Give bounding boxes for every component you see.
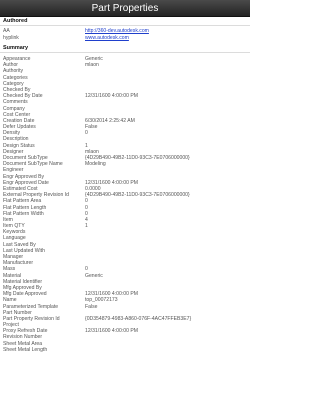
section-title: Authored <box>3 18 28 24</box>
property-label: Sheet Metal Length <box>3 346 48 353</box>
section-header-authored: Authored <box>0 17 250 26</box>
property-label: hyplink <box>3 34 19 41</box>
property-row: AA http://360-dev.autodesk.com <box>0 28 250 35</box>
page-title: Part Properties <box>91 3 159 14</box>
property-link[interactable]: http://360-dev.autodesk.com <box>85 28 149 35</box>
section-title: Summary <box>3 45 29 51</box>
property-row: Sheet Metal Length <box>0 347 250 353</box>
property-link[interactable]: www.autodesk.com <box>85 35 129 42</box>
property-label: AA <box>3 28 10 34</box>
window-title-bar: Part Properties <box>0 0 250 17</box>
property-row: hyplink www.autodesk.com <box>0 35 250 42</box>
authored-property-list: AA http://360-dev.autodesk.com hyplink www.… <box>0 28 250 42</box>
section-header-summary: Summary <box>0 44 250 53</box>
summary-property-list: Appearance Generic Author mlaon Authority Cat… <box>0 56 250 353</box>
